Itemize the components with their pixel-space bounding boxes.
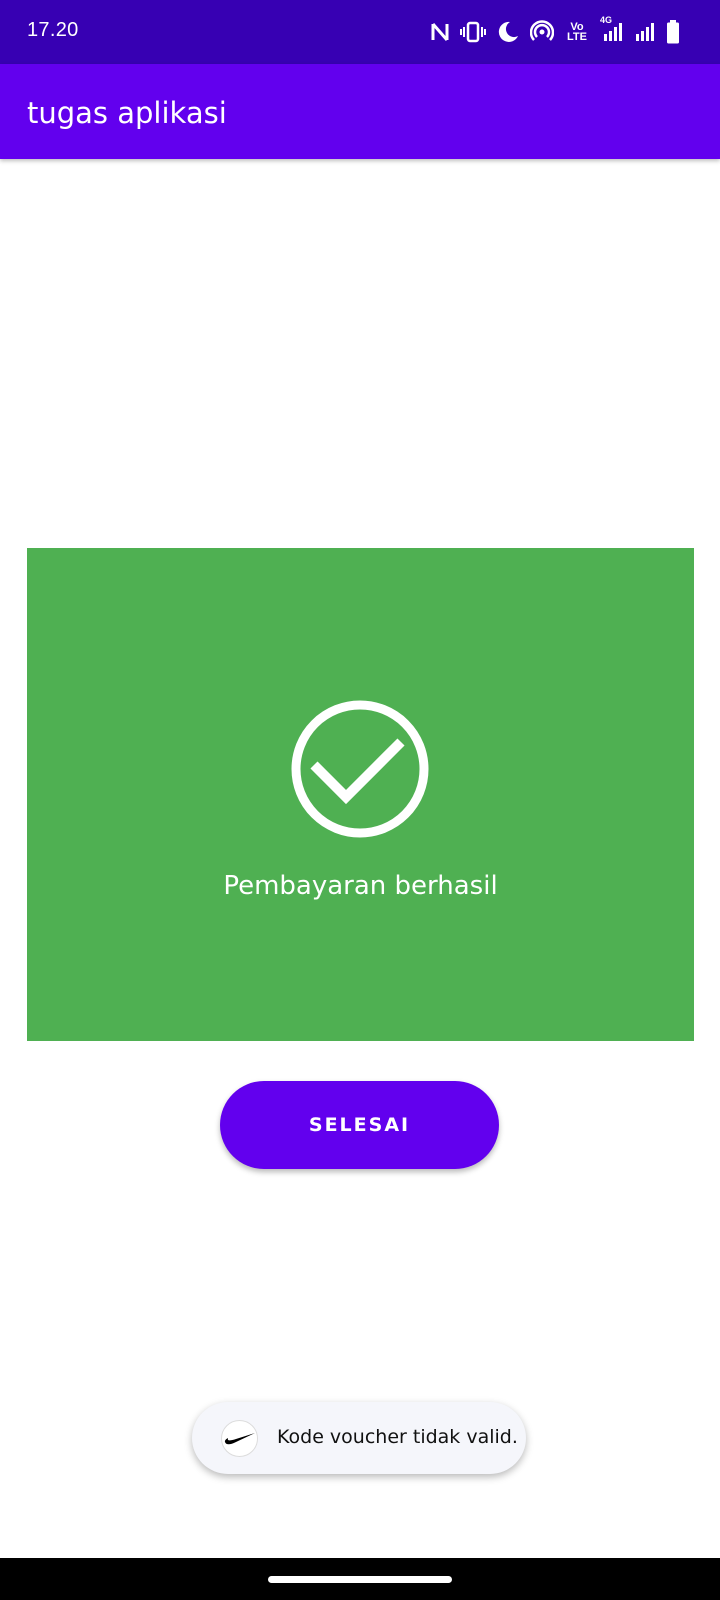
- volte-icon: Vo LTE: [564, 21, 590, 43]
- status-time: 17.20: [27, 19, 79, 41]
- done-button[interactable]: SELESAI: [220, 1081, 499, 1169]
- home-indicator[interactable]: [268, 1576, 452, 1583]
- success-message: Pembayaran berhasil: [223, 871, 498, 901]
- vibrate-icon: [460, 21, 486, 43]
- check-circle-icon: [288, 697, 432, 841]
- do-not-disturb-moon-icon: [496, 20, 520, 44]
- signal-sim2-icon: [634, 21, 656, 43]
- nike-swoosh-icon: [221, 1420, 258, 1457]
- status-bar: 17.20 Vo LTE 4G: [0, 0, 720, 64]
- signal-sim1-icon: 4G: [600, 15, 624, 43]
- app-bar: tugas aplikasi: [0, 64, 720, 159]
- toast: Kode voucher tidak valid.: [192, 1402, 526, 1474]
- battery-icon: [666, 20, 680, 44]
- success-panel: Pembayaran berhasil: [27, 548, 694, 1041]
- network-type-label: 4G: [600, 15, 613, 25]
- hotspot-icon: [530, 20, 554, 44]
- toast-message: Kode voucher tidak valid.: [277, 1426, 518, 1448]
- navigation-bar: [0, 1558, 720, 1600]
- volte-label: Vo LTE: [567, 21, 587, 43]
- app-title: tugas aplikasi: [27, 96, 227, 130]
- status-icons: Vo LTE 4G: [430, 15, 680, 46]
- nfc-icon: [430, 21, 450, 43]
